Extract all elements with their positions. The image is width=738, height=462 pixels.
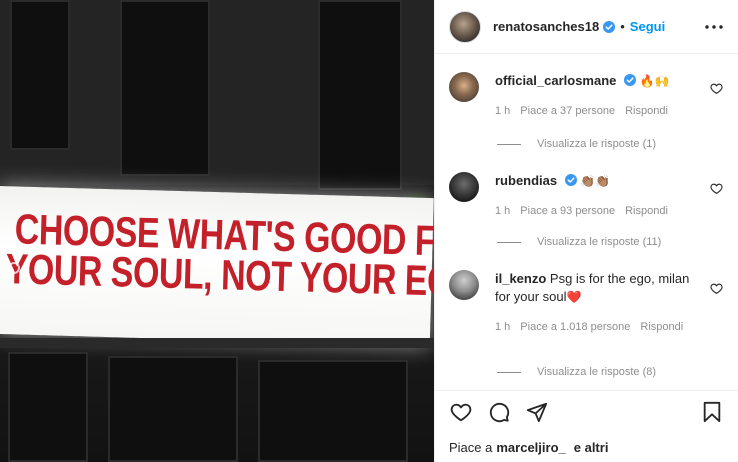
post-actions-bar — [435, 390, 738, 432]
comment-username[interactable]: official_carlosmane — [495, 73, 616, 88]
bookmark-icon[interactable] — [700, 400, 724, 424]
building-window — [8, 352, 88, 462]
view-replies-label: Visualizza le risposte (8) — [537, 366, 657, 378]
post-header: renatosanches18 • Segui — [435, 0, 738, 54]
replies-divider — [497, 143, 521, 145]
building-window — [258, 360, 408, 462]
avatar[interactable] — [449, 172, 479, 202]
comment-emoji: ❤️ — [566, 290, 582, 304]
more-horizontal-icon[interactable] — [704, 17, 724, 37]
view-replies-label: Visualizza le risposte (1) — [537, 138, 657, 150]
view-replies-button[interactable]: Visualizza le risposte (1) — [497, 138, 656, 150]
building-window — [10, 0, 70, 150]
comment-meta: 1 h Piace a 93 persone Rispondi — [495, 202, 724, 220]
comment-meta: 1 h Piace a 1.018 persone Rispondi — [495, 318, 702, 336]
replies-divider — [497, 241, 521, 243]
avatar[interactable] — [449, 270, 479, 300]
heart-icon[interactable] — [449, 400, 473, 424]
comment-time[interactable]: 1 h — [495, 202, 510, 220]
comment-icon[interactable] — [487, 400, 511, 424]
comment-item: rubendias 👏🏽👏🏽 1 h Piace a 93 persone Ri… — [449, 172, 724, 220]
comment-emoji: 🔥🙌 — [639, 74, 670, 88]
instagram-post: CHOOSE WHAT'S GOOD FOR YOUR SOUL, NOT YO… — [0, 0, 738, 462]
reply-button[interactable]: Rispondi — [625, 102, 668, 120]
building-window — [108, 356, 238, 462]
avatar[interactable] — [449, 10, 481, 43]
comment-time[interactable]: 1 h — [495, 102, 510, 120]
avatar[interactable] — [449, 72, 479, 102]
verified-badge-icon — [624, 74, 637, 86]
comment-item: il_kenzo Psg is for the ego, milan for y… — [449, 270, 724, 336]
reply-button[interactable]: Rispondi — [625, 202, 668, 220]
comment-time[interactable]: 1 h — [495, 318, 510, 336]
post-side-panel: renatosanches18 • Segui official_carlosm… — [434, 0, 738, 462]
view-replies-button[interactable]: Visualizza le risposte (8) — [497, 366, 656, 378]
comment-heart-icon[interactable] — [710, 282, 724, 296]
comment-username[interactable]: rubendias — [495, 173, 557, 188]
comment-username[interactable]: il_kenzo — [495, 271, 546, 286]
liker-username[interactable]: marceljiro_ — [496, 440, 565, 455]
comment-heart-icon[interactable] — [710, 182, 724, 196]
verified-badge-icon — [564, 174, 577, 186]
verified-badge-icon — [603, 20, 616, 33]
building-window — [120, 0, 210, 176]
view-replies-label: Visualizza le risposte (11) — [537, 236, 662, 248]
building-ledge — [0, 338, 434, 348]
comment-likes[interactable]: Piace a 93 persone — [520, 202, 615, 220]
carousel-indicator[interactable] — [8, 262, 20, 274]
sign-text-line-2: YOUR SOUL, NOT YOUR EGO — [5, 245, 434, 307]
share-icon[interactable] — [525, 400, 549, 424]
comment-likes[interactable]: Piace a 37 persone — [520, 102, 615, 120]
building-window — [318, 0, 402, 190]
likes-others-link[interactable]: e altri — [574, 440, 609, 455]
comments-list: official_carlosmane 🔥🙌 1 h Piace a 37 pe… — [435, 54, 738, 390]
likes-prefix: Piace a — [449, 439, 493, 455]
reply-button[interactable]: Rispondi — [640, 318, 683, 336]
separator-dot: • — [620, 19, 625, 34]
comment-heart-icon[interactable] — [710, 82, 724, 96]
view-replies-button[interactable]: Visualizza le risposte (11) — [497, 236, 661, 248]
comment-item: official_carlosmane 🔥🙌 1 h Piace a 37 pe… — [449, 72, 724, 120]
owner-username[interactable]: renatosanches18 — [493, 19, 599, 34]
follow-button[interactable]: Segui — [630, 19, 665, 34]
comment-meta: 1 h Piace a 37 persone Rispondi — [495, 102, 724, 120]
likes-summary: Piace a marceljiro_ e altri — [435, 432, 738, 462]
comment-likes[interactable]: Piace a 1.018 persone — [520, 318, 630, 336]
illuminated-sign: CHOOSE WHAT'S GOOD FOR YOUR SOUL, NOT YO… — [0, 186, 434, 347]
comment-emoji: 👏🏽👏🏽 — [580, 174, 611, 188]
post-image[interactable]: CHOOSE WHAT'S GOOD FOR YOUR SOUL, NOT YO… — [0, 0, 434, 462]
replies-divider — [497, 371, 521, 373]
